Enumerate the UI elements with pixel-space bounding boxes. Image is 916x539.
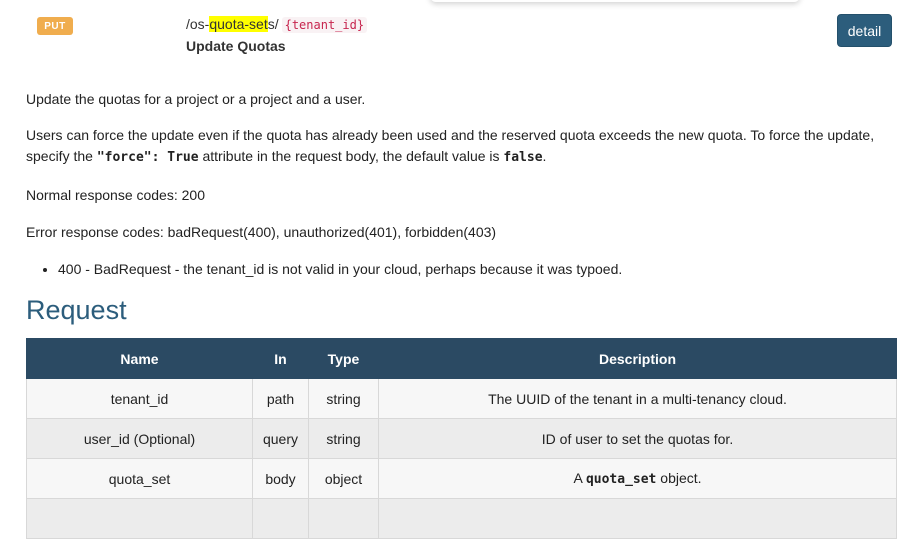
cell-type: [308, 498, 379, 539]
table-row: quota_set body object A quota_set object…: [26, 458, 897, 499]
path-param: {tenant_id}: [281, 17, 368, 33]
description-paragraph: Update the quotas for a project or a pro…: [26, 91, 366, 107]
cell-description: [378, 498, 897, 539]
desc-code: quota_set: [585, 472, 657, 487]
error-response-codes: Error response codes: badRequest(400), u…: [26, 224, 497, 240]
detail-button[interactable]: detail: [837, 14, 892, 47]
endpoint-path: /os-quota-sets/{tenant_id}: [186, 16, 368, 33]
column-header-description: Description: [378, 338, 897, 379]
cell-type: string: [308, 378, 379, 419]
force-code: "force": True: [96, 150, 199, 165]
desc-text: The UUID of the tenant in a multi-tenanc…: [488, 390, 787, 407]
column-header-type: Type: [308, 338, 379, 379]
desc-text: ID of user to set the quotas for.: [541, 430, 734, 447]
force-text-b: attribute in the request body, the defau…: [198, 148, 504, 164]
desc-text: A: [573, 470, 586, 486]
method-badge: PUT: [37, 17, 73, 35]
request-section-title: Request: [26, 295, 127, 325]
table-row: user_id (Optional) query string ID of us…: [26, 418, 897, 459]
table-row: [26, 498, 897, 539]
cell-in: path: [252, 378, 309, 419]
cell-in: body: [252, 458, 309, 499]
cell-type: object: [308, 458, 379, 499]
list-item: 400 - BadRequest - the tenant_id is not …: [58, 259, 622, 280]
path-prefix: /os-: [186, 16, 210, 32]
cell-description: A quota_set object.: [378, 458, 897, 499]
desc-text-suffix: object.: [656, 470, 702, 486]
request-params-table: Name In Type Description tenant_id path …: [26, 338, 897, 539]
cell-in: query: [252, 418, 309, 459]
endpoint-summary: Update Quotas: [186, 38, 286, 54]
force-update-paragraph: Users can force the update even if the q…: [26, 125, 876, 168]
column-header-name: Name: [26, 338, 253, 379]
path-suffix: s/: [267, 16, 279, 32]
cell-in: [252, 498, 309, 539]
cell-description: The UUID of the tenant in a multi-tenanc…: [378, 378, 897, 419]
normal-response-codes: Normal response codes: 200: [26, 187, 205, 203]
overlay-panel-edge: [430, 0, 800, 2]
cell-type: string: [308, 418, 379, 459]
cell-name: tenant_id: [26, 378, 253, 419]
path-search-highlight: quota-set: [209, 16, 268, 32]
false-code: false: [503, 150, 543, 165]
cell-description: ID of user to set the quotas for.: [378, 418, 897, 459]
column-header-in: In: [252, 338, 309, 379]
cell-name: user_id (Optional): [26, 418, 253, 459]
error-list: 400 - BadRequest - the tenant_id is not …: [26, 259, 622, 280]
cell-name: [26, 498, 253, 539]
force-text-c: .: [542, 148, 547, 164]
table-header-row: Name In Type Description: [26, 338, 897, 379]
table-row: tenant_id path string The UUID of the te…: [26, 378, 897, 419]
cell-name: quota_set: [26, 458, 253, 499]
